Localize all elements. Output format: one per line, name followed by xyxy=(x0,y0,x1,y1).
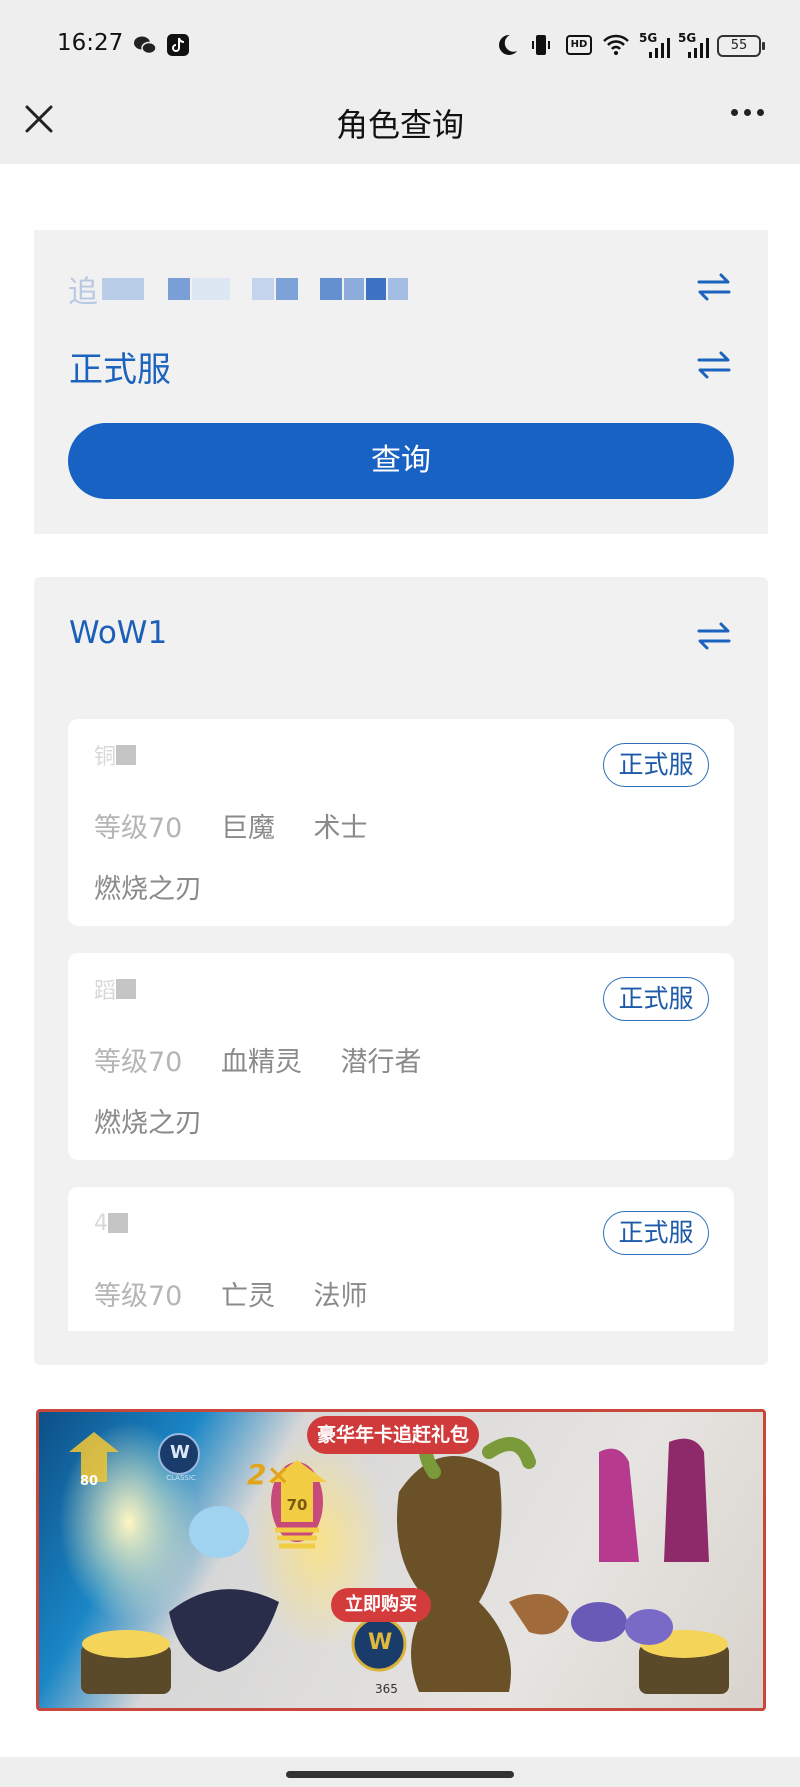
home-indicator-area xyxy=(0,1757,800,1787)
tiktok-icon xyxy=(167,34,189,56)
character-level: 等级70 xyxy=(94,1047,183,1078)
multiplier-label: 2× xyxy=(247,1458,290,1491)
character-name-blurred: 4 xyxy=(94,1210,128,1236)
hd-icon: HD xyxy=(566,35,592,55)
character-realm: 燃烧之刃 xyxy=(94,1108,202,1139)
pixelated-block xyxy=(102,278,144,300)
pixelated-block xyxy=(168,278,190,300)
signal-bars-icon xyxy=(649,38,670,58)
level-70-label: 70 xyxy=(286,1496,308,1514)
pixelated-block xyxy=(344,278,364,300)
character-class: 潜行者 xyxy=(340,1047,422,1078)
character-info-line: 等级70 血精灵 潜行者 xyxy=(94,1040,452,1079)
server-badge: 正式服 xyxy=(603,1211,709,1255)
moon-icon xyxy=(499,34,517,55)
character-name-partial: 蹈 xyxy=(94,979,117,1004)
character-card[interactable]: 4 正式服 等级70 亡灵 法师 xyxy=(68,1187,734,1331)
status-bar: 16:27 HD 5G 5G 55 xyxy=(0,0,800,86)
character-name-blurred: 蹈 xyxy=(94,977,137,1004)
swap-icon[interactable] xyxy=(696,621,732,651)
pixelated-block xyxy=(320,278,342,300)
character-level: 等级70 xyxy=(94,1281,183,1312)
wechat-icon xyxy=(134,36,157,55)
character-race: 巨魔 xyxy=(220,813,275,844)
character-class: 法师 xyxy=(313,1281,368,1312)
character-race: 血精灵 xyxy=(220,1047,302,1078)
year-label: 365 xyxy=(375,1682,398,1696)
dot xyxy=(731,109,738,116)
character-realm: 燃烧之刃 xyxy=(94,874,202,905)
wifi-icon xyxy=(603,34,629,55)
wow-classic-logo: CLASSIC xyxy=(166,1474,196,1482)
query-button[interactable]: 查询 xyxy=(68,423,734,499)
pixelated-block xyxy=(192,278,230,300)
title-bar: 角色查询 xyxy=(0,86,800,164)
home-indicator[interactable] xyxy=(286,1771,514,1778)
battery-icon: 55 xyxy=(717,35,765,57)
server-type-selector[interactable]: 正式服 xyxy=(69,342,171,391)
pixelated-block xyxy=(108,1213,128,1233)
character-info-line: 等级70 亡灵 法师 xyxy=(94,1274,398,1313)
character-level: 等级70 xyxy=(94,813,183,844)
promo-banner[interactable]: 80 70 CLASSIC W W 365 2× 豪华年卡追赶礼包 立即购买 xyxy=(36,1409,766,1711)
account-name: WoW1 xyxy=(69,615,168,651)
wow-classic-icon: W xyxy=(170,1442,190,1463)
realm-partial-text: 追 xyxy=(68,275,98,310)
character-card[interactable]: 蹈 正式服 等级70 血精灵 潜行者 燃烧之刃 xyxy=(68,953,734,1160)
page-title: 角色查询 xyxy=(335,106,464,144)
character-name-blurred: 铜 xyxy=(94,743,137,770)
more-icon[interactable] xyxy=(731,109,764,116)
swap-icon[interactable] xyxy=(696,272,732,302)
character-list-panel: WoW1 铜 正式服 等级70 巨魔 术士 燃烧之刃 蹈 正式服 等级70 血精… xyxy=(34,577,768,1365)
vibrate-icon xyxy=(532,35,550,55)
dot xyxy=(744,109,751,116)
character-info-line: 等级70 巨魔 术士 xyxy=(94,806,398,845)
banner-artwork xyxy=(59,1422,729,1694)
pixelated-block xyxy=(252,278,274,300)
pixelated-block xyxy=(116,979,137,999)
pixelated-block xyxy=(388,278,408,300)
wow-logo-icon: W xyxy=(368,1630,393,1655)
character-race: 亡灵 xyxy=(220,1281,275,1312)
realm-selector[interactable]: 追 xyxy=(68,274,410,310)
pixelated-block xyxy=(116,745,137,765)
level-80-label: 80 xyxy=(79,1474,99,1489)
character-card[interactable]: 铜 正式服 等级70 巨魔 术士 燃烧之刃 xyxy=(68,719,734,926)
character-class: 术士 xyxy=(313,813,368,844)
signal-bars-icon xyxy=(688,38,709,58)
server-badge: 正式服 xyxy=(603,743,709,787)
character-name-partial: 4 xyxy=(94,1210,108,1236)
pixelated-block xyxy=(366,278,386,300)
buy-now-button[interactable]: 立即购买 xyxy=(331,1588,431,1622)
status-time: 16:27 xyxy=(57,30,124,56)
query-panel: 追 正式服 查询 xyxy=(34,230,768,534)
server-badge: 正式服 xyxy=(603,977,709,1021)
banner-tag: 豪华年卡追赶礼包 xyxy=(307,1416,479,1454)
swap-icon[interactable] xyxy=(696,350,732,380)
dot xyxy=(757,109,764,116)
signal-2: 5G xyxy=(678,32,710,58)
character-name-partial: 铜 xyxy=(94,745,117,770)
pixelated-block xyxy=(276,278,298,300)
signal-1: 5G xyxy=(639,32,671,58)
